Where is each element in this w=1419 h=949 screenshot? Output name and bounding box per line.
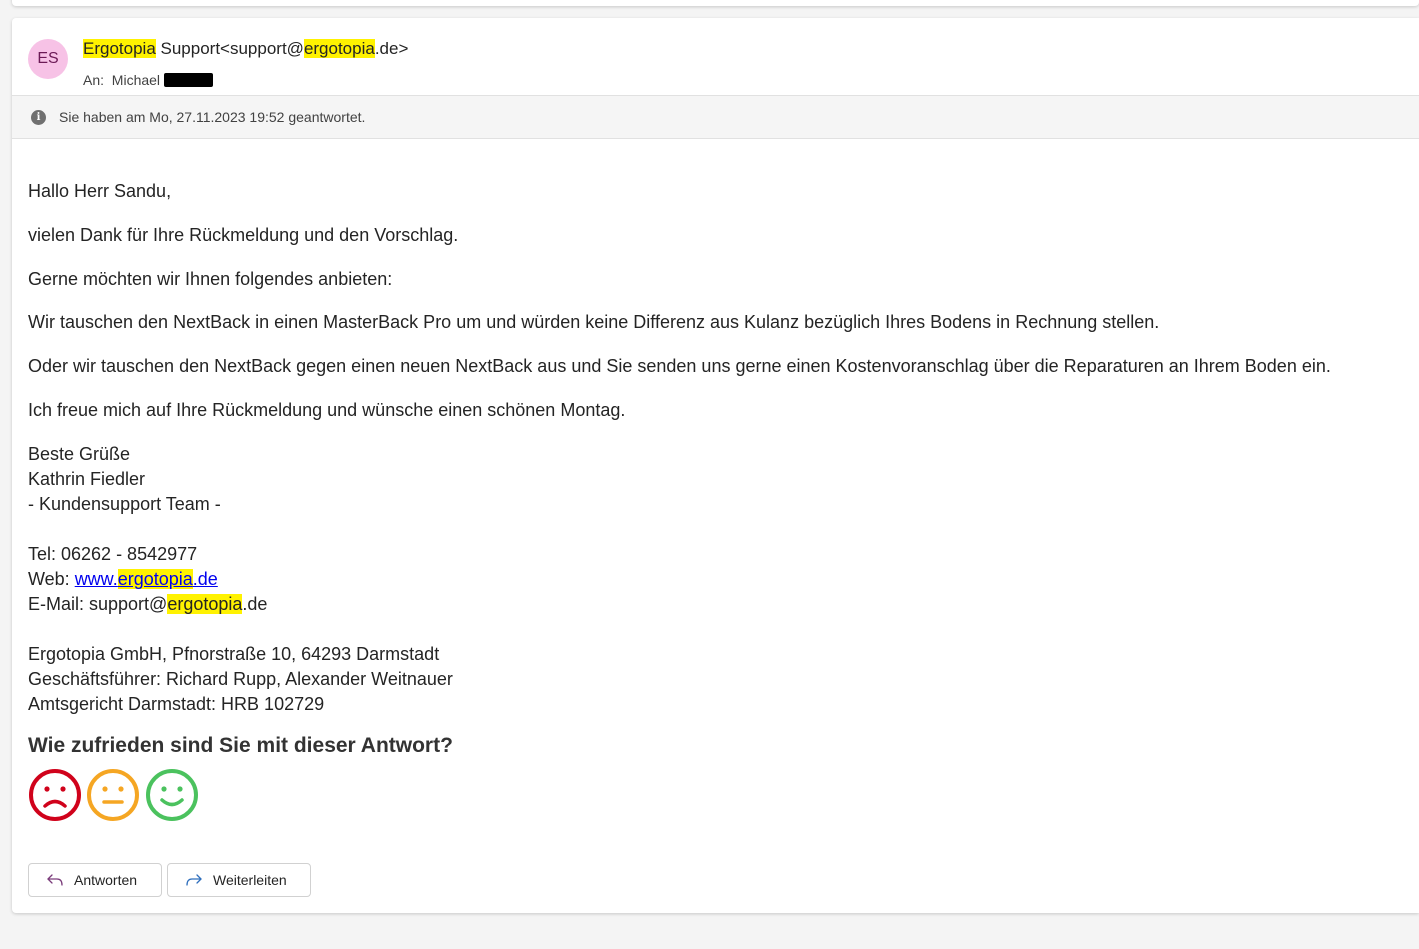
sender-name-rest: Support<support@ xyxy=(155,39,304,58)
sender-line[interactable]: Ergotopia Support<support@ergotopia.de> xyxy=(83,39,408,59)
website-link[interactable]: www.ergotopia.de xyxy=(75,569,218,589)
greeting: Hallo Herr Sandu, xyxy=(28,181,172,201)
team-name: - Kundensupport Team - xyxy=(28,494,221,514)
reply-button[interactable]: Antworten xyxy=(28,863,162,897)
recipient-line: An: Michael xyxy=(83,72,214,88)
to-label: An: xyxy=(83,72,105,88)
court-registration: Amtsgericht Darmstadt: HRB 102729 xyxy=(28,694,325,714)
reply-label: Antworten xyxy=(74,872,138,888)
email-header: ES Ergotopia Support<support@ergotopia.d… xyxy=(12,18,1419,95)
paragraph-4: Oder wir tauschen den NextBack gegen ein… xyxy=(28,356,1331,376)
reply-arrow-icon xyxy=(47,874,63,886)
reply-info-bar: i Sie haben am Mo, 27.11.2023 19:52 gean… xyxy=(12,95,1419,139)
signer-name: Kathrin Fiedler xyxy=(28,469,146,489)
managing-directors: Geschäftsführer: Richard Rupp, Alexander… xyxy=(28,669,453,689)
info-icon: i xyxy=(31,110,46,125)
recipient-name[interactable]: Michael xyxy=(112,72,160,88)
reply-info-text: Sie haben am Mo, 27.11.2023 19:52 geantw… xyxy=(59,109,366,125)
telephone: Tel: 06262 - 8542977 xyxy=(28,544,198,564)
happy-face-icon[interactable] xyxy=(145,768,199,822)
email-message-card: ES Ergotopia Support<support@ergotopia.d… xyxy=(12,18,1419,913)
web-label: Web: xyxy=(28,569,75,589)
sender-domain-rest: .de> xyxy=(374,39,409,58)
forward-label: Weiterleiten xyxy=(213,872,287,888)
previous-message-card xyxy=(12,0,1419,6)
redaction-bar xyxy=(164,73,214,87)
neutral-face-icon[interactable] xyxy=(86,768,140,822)
forward-arrow-icon xyxy=(186,874,202,886)
paragraph-1: vielen Dank für Ihre Rückmeldung und den… xyxy=(28,225,459,245)
paragraph-3: Wir tauschen den NextBack in einen Maste… xyxy=(28,312,1160,332)
closing: Beste Grüße xyxy=(28,444,131,464)
website-line: Web: www.ergotopia.de xyxy=(28,569,218,590)
forward-button[interactable]: Weiterleiten xyxy=(167,863,311,897)
company-address: Ergotopia GmbH, Pfnorstraße 10, 64293 Da… xyxy=(28,644,440,664)
paragraph-2: Gerne möchten wir Ihnen folgendes anbiet… xyxy=(28,269,393,289)
email-line: E-Mail: support@ergotopia.de xyxy=(28,594,268,614)
survey-title: Wie zufrieden sind Sie mit dieser Antwor… xyxy=(28,734,453,757)
sender-domain-highlight: ergotopia xyxy=(303,39,375,58)
sender-avatar[interactable]: ES xyxy=(28,39,68,79)
sender-name-highlight: Ergotopia xyxy=(83,39,156,58)
unhappy-face-icon[interactable] xyxy=(28,768,82,822)
paragraph-5: Ich freue mich auf Ihre Rückmeldung und … xyxy=(28,400,626,420)
